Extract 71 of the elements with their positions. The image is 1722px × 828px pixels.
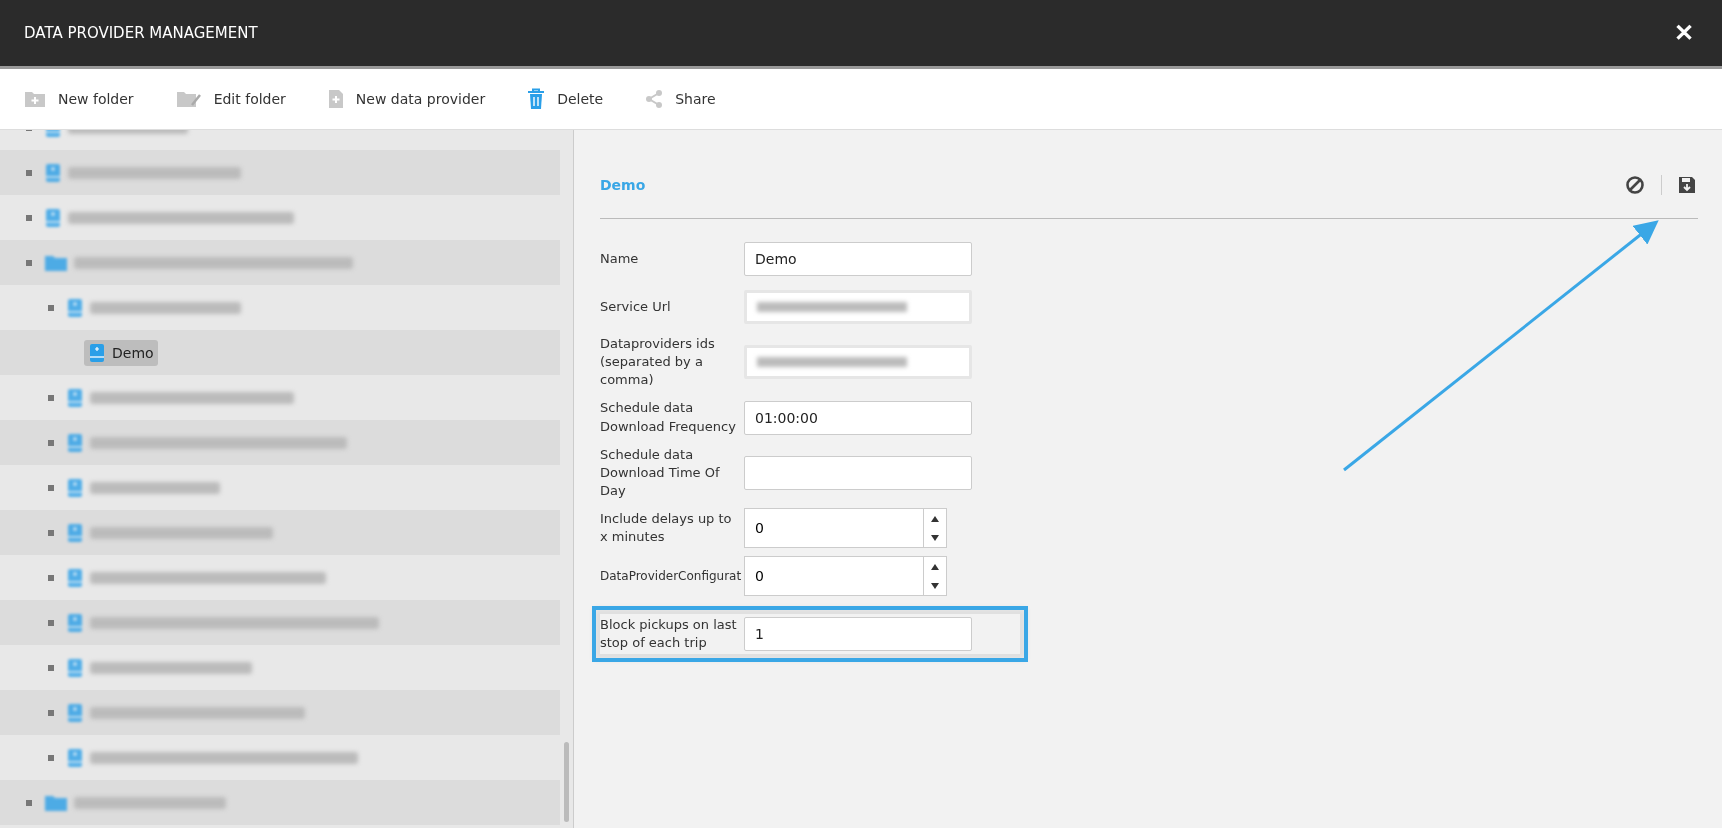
save-icon[interactable] xyxy=(1676,174,1698,196)
folder-pencil-icon xyxy=(175,90,202,108)
server-icon xyxy=(66,567,84,588)
delete-button[interactable]: Delete xyxy=(523,84,608,114)
tree-row[interactable] xyxy=(0,240,560,285)
server-icon xyxy=(44,207,62,228)
edit-folder-button[interactable]: Edit folder xyxy=(171,86,290,112)
server-icon xyxy=(44,162,62,183)
folder-plus-icon xyxy=(24,90,46,108)
up-arrow-icon[interactable] xyxy=(930,514,940,523)
server-icon xyxy=(66,297,84,318)
down-arrow-icon[interactable] xyxy=(930,581,940,590)
field-label: Include delays up to x minutes xyxy=(600,509,733,547)
tree-bullet-icon xyxy=(26,259,32,266)
tree-bullet-icon xyxy=(26,169,32,176)
field-label: Schedule data Download Frequency xyxy=(600,399,737,436)
field-label: Schedule data Download Time Of Day xyxy=(600,445,721,500)
input-field[interactable]: 01:00:00 xyxy=(744,400,972,435)
new-folder-button[interactable]: New folder xyxy=(20,86,138,112)
tree-bullet-icon xyxy=(48,484,54,491)
tree-row[interactable] xyxy=(0,780,560,825)
tree-row[interactable] xyxy=(0,420,560,465)
tree-bullet-icon xyxy=(26,214,32,221)
tree-bullet-icon xyxy=(48,529,54,536)
file-plus-icon xyxy=(327,89,344,109)
input-field[interactable] xyxy=(744,290,972,324)
trash-icon xyxy=(527,88,546,110)
tree-bullet-icon xyxy=(48,709,54,716)
tree-item-label: Demo xyxy=(112,344,154,361)
server-icon xyxy=(66,747,84,768)
tree-bullet-icon xyxy=(48,754,54,761)
new-provider-button[interactable]: New data provider xyxy=(323,85,490,113)
tree-row[interactable] xyxy=(0,510,560,555)
tree-row[interactable] xyxy=(0,150,560,195)
input-field[interactable] xyxy=(744,345,972,380)
close-button[interactable]: ✕ xyxy=(1670,19,1698,47)
field-label: Service Url xyxy=(600,297,672,316)
down-arrow-icon[interactable] xyxy=(930,533,940,542)
field-label: Name xyxy=(600,249,640,268)
tree-bullet-icon xyxy=(48,304,54,311)
share-button[interactable]: Share xyxy=(641,86,720,112)
window-title: DATA PROVIDER MANAGEMENT xyxy=(24,24,258,42)
server-icon xyxy=(66,432,84,453)
input-field[interactable] xyxy=(744,455,972,490)
server-icon xyxy=(66,657,84,678)
server-icon xyxy=(66,522,84,543)
tree-bullet-icon xyxy=(48,394,54,401)
input-field[interactable]: Demo xyxy=(744,242,972,276)
server-icon xyxy=(66,612,84,633)
tree-bullet-icon xyxy=(48,619,54,626)
share-icon xyxy=(645,90,664,108)
tree-row[interactable] xyxy=(0,690,560,735)
input-field[interactable]: 1 xyxy=(744,617,972,652)
tree-bullet-icon xyxy=(26,799,32,806)
folder-icon xyxy=(44,253,68,272)
field-label: Block pickups on last stop of each trip xyxy=(600,615,738,653)
tree-bullet-icon xyxy=(48,439,54,446)
server-icon xyxy=(66,477,84,498)
up-arrow-icon[interactable] xyxy=(930,562,940,571)
tree-bullet-icon xyxy=(48,664,54,671)
cancel-icon[interactable] xyxy=(1623,173,1647,197)
server-icon xyxy=(66,702,84,723)
tree-row[interactable] xyxy=(0,600,560,645)
field-label: DataProviderConfigurat xyxy=(600,567,743,585)
detail-title: Demo xyxy=(600,177,646,193)
server-icon xyxy=(88,342,106,363)
tree-row[interactable]: Demo xyxy=(0,330,560,375)
folder-icon xyxy=(44,793,68,812)
field-label: Dataproviders ids (separated by a comma) xyxy=(600,335,716,390)
tree-bullet-icon xyxy=(48,574,54,581)
server-icon xyxy=(66,387,84,408)
